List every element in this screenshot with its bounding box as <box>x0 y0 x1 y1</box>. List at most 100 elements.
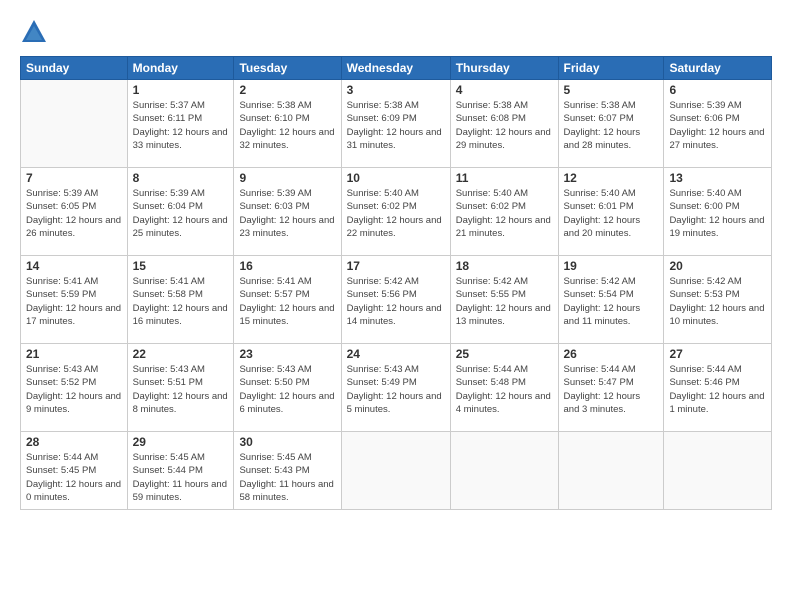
day-number: 7 <box>26 171 122 185</box>
calendar-cell: 7 Sunrise: 5:39 AM Sunset: 6:05 PM Daylig… <box>21 168 128 256</box>
day-info: Sunrise: 5:38 AM Sunset: 6:08 PM Dayligh… <box>456 99 553 152</box>
calendar-cell: 28 Sunrise: 5:44 AM Sunset: 5:45 PM Dayli… <box>21 432 128 510</box>
weekday-header-saturday: Saturday <box>664 57 772 80</box>
day-info: Sunrise: 5:44 AM Sunset: 5:47 PM Dayligh… <box>564 363 659 416</box>
calendar-cell: 12Sunrise: 5:40 AM Sunset: 6:01 PM Dayli… <box>558 168 664 256</box>
calendar-cell <box>450 432 558 510</box>
day-info: Sunrise: 5:42 AM Sunset: 5:55 PM Dayligh… <box>456 275 553 328</box>
weekday-header-monday: Monday <box>127 57 234 80</box>
day-info: Sunrise: 5:37 AM Sunset: 6:11 PM Dayligh… <box>133 99 229 152</box>
weekday-header-tuesday: Tuesday <box>234 57 341 80</box>
calendar-cell: 3 Sunrise: 5:38 AM Sunset: 6:09 PM Daylig… <box>341 80 450 168</box>
calendar-cell: 8 Sunrise: 5:39 AM Sunset: 6:04 PM Daylig… <box>127 168 234 256</box>
day-number: 19 <box>564 259 659 273</box>
day-number: 15 <box>133 259 229 273</box>
week-row-1: 1Sunrise: 5:37 AM Sunset: 6:11 PM Daylig… <box>21 80 772 168</box>
day-number: 22 <box>133 347 229 361</box>
week-row-3: 14 Sunrise: 5:41 AM Sunset: 5:59 PM Dayli… <box>21 256 772 344</box>
page-header <box>20 18 772 46</box>
day-info: Sunrise: 5:39 AM Sunset: 6:06 PM Dayligh… <box>669 99 766 152</box>
day-number: 10 <box>347 171 445 185</box>
day-info: Sunrise: 5:43 AM Sunset: 5:52 PM Dayligh… <box>26 363 122 416</box>
logo <box>20 18 54 46</box>
day-info: Sunrise: 5:39 AM Sunset: 6:05 PM Dayligh… <box>26 187 122 240</box>
calendar-cell: 22 Sunrise: 5:43 AM Sunset: 5:51 PM Dayli… <box>127 344 234 432</box>
day-number: 8 <box>133 171 229 185</box>
calendar-cell: 18 Sunrise: 5:42 AM Sunset: 5:55 PM Dayli… <box>450 256 558 344</box>
calendar-cell: 2Sunrise: 5:38 AM Sunset: 6:10 PM Daylig… <box>234 80 341 168</box>
calendar-cell: 16 Sunrise: 5:41 AM Sunset: 5:57 PM Dayli… <box>234 256 341 344</box>
day-number: 4 <box>456 83 553 97</box>
day-number: 24 <box>347 347 445 361</box>
day-info: Sunrise: 5:41 AM Sunset: 5:59 PM Dayligh… <box>26 275 122 328</box>
day-number: 28 <box>26 435 122 449</box>
calendar-cell <box>558 432 664 510</box>
day-number: 20 <box>669 259 766 273</box>
day-info: Sunrise: 5:40 AM Sunset: 6:02 PM Dayligh… <box>347 187 445 240</box>
day-info: Sunrise: 5:40 AM Sunset: 6:02 PM Dayligh… <box>456 187 553 240</box>
week-row-4: 21 Sunrise: 5:43 AM Sunset: 5:52 PM Dayli… <box>21 344 772 432</box>
day-number: 16 <box>239 259 335 273</box>
day-info: Sunrise: 5:45 AM Sunset: 5:44 PM Dayligh… <box>133 451 229 504</box>
calendar-cell: 21 Sunrise: 5:43 AM Sunset: 5:52 PM Dayli… <box>21 344 128 432</box>
day-number: 12 <box>564 171 659 185</box>
week-row-2: 7 Sunrise: 5:39 AM Sunset: 6:05 PM Daylig… <box>21 168 772 256</box>
calendar-cell: 11 Sunrise: 5:40 AM Sunset: 6:02 PM Dayli… <box>450 168 558 256</box>
day-info: Sunrise: 5:44 AM Sunset: 5:48 PM Dayligh… <box>456 363 553 416</box>
day-number: 21 <box>26 347 122 361</box>
logo-icon <box>20 18 48 46</box>
calendar-cell: 1Sunrise: 5:37 AM Sunset: 6:11 PM Daylig… <box>127 80 234 168</box>
day-number: 9 <box>239 171 335 185</box>
day-info: Sunrise: 5:43 AM Sunset: 5:51 PM Dayligh… <box>133 363 229 416</box>
calendar-cell: 5 Sunrise: 5:38 AM Sunset: 6:07 PM Daylig… <box>558 80 664 168</box>
week-row-5: 28 Sunrise: 5:44 AM Sunset: 5:45 PM Dayli… <box>21 432 772 510</box>
day-number: 3 <box>347 83 445 97</box>
weekday-header-thursday: Thursday <box>450 57 558 80</box>
day-info: Sunrise: 5:43 AM Sunset: 5:50 PM Dayligh… <box>239 363 335 416</box>
weekday-header-wednesday: Wednesday <box>341 57 450 80</box>
day-info: Sunrise: 5:38 AM Sunset: 6:09 PM Dayligh… <box>347 99 445 152</box>
day-number: 27 <box>669 347 766 361</box>
day-info: Sunrise: 5:43 AM Sunset: 5:49 PM Dayligh… <box>347 363 445 416</box>
day-number: 26 <box>564 347 659 361</box>
day-info: Sunrise: 5:44 AM Sunset: 5:45 PM Dayligh… <box>26 451 122 504</box>
calendar-page: SundayMondayTuesdayWednesdayThursdayFrid… <box>0 0 792 612</box>
day-number: 29 <box>133 435 229 449</box>
calendar-cell: 10 Sunrise: 5:40 AM Sunset: 6:02 PM Dayli… <box>341 168 450 256</box>
day-info: Sunrise: 5:45 AM Sunset: 5:43 PM Dayligh… <box>239 451 335 504</box>
day-info: Sunrise: 5:39 AM Sunset: 6:04 PM Dayligh… <box>133 187 229 240</box>
calendar-cell <box>341 432 450 510</box>
calendar-cell: 27 Sunrise: 5:44 AM Sunset: 5:46 PM Dayli… <box>664 344 772 432</box>
calendar-cell: 17 Sunrise: 5:42 AM Sunset: 5:56 PM Dayli… <box>341 256 450 344</box>
weekday-header-row: SundayMondayTuesdayWednesdayThursdayFrid… <box>21 57 772 80</box>
calendar-cell: 4 Sunrise: 5:38 AM Sunset: 6:08 PM Daylig… <box>450 80 558 168</box>
calendar-cell: 15 Sunrise: 5:41 AM Sunset: 5:58 PM Dayli… <box>127 256 234 344</box>
day-info: Sunrise: 5:41 AM Sunset: 5:58 PM Dayligh… <box>133 275 229 328</box>
calendar-cell: 19 Sunrise: 5:42 AM Sunset: 5:54 PM Dayli… <box>558 256 664 344</box>
calendar-cell: 24 Sunrise: 5:43 AM Sunset: 5:49 PM Dayli… <box>341 344 450 432</box>
calendar-cell: 25 Sunrise: 5:44 AM Sunset: 5:48 PM Dayli… <box>450 344 558 432</box>
day-info: Sunrise: 5:42 AM Sunset: 5:56 PM Dayligh… <box>347 275 445 328</box>
day-info: Sunrise: 5:41 AM Sunset: 5:57 PM Dayligh… <box>239 275 335 328</box>
weekday-header-friday: Friday <box>558 57 664 80</box>
day-number: 18 <box>456 259 553 273</box>
day-number: 11 <box>456 171 553 185</box>
day-info: Sunrise: 5:44 AM Sunset: 5:46 PM Dayligh… <box>669 363 766 416</box>
weekday-header-sunday: Sunday <box>21 57 128 80</box>
calendar-cell: 29 Sunrise: 5:45 AM Sunset: 5:44 PM Dayli… <box>127 432 234 510</box>
day-info: Sunrise: 5:42 AM Sunset: 5:54 PM Dayligh… <box>564 275 659 328</box>
calendar-cell: 20Sunrise: 5:42 AM Sunset: 5:53 PM Dayli… <box>664 256 772 344</box>
day-number: 30 <box>239 435 335 449</box>
calendar-cell: 6Sunrise: 5:39 AM Sunset: 6:06 PM Daylig… <box>664 80 772 168</box>
day-number: 23 <box>239 347 335 361</box>
calendar-cell: 9 Sunrise: 5:39 AM Sunset: 6:03 PM Daylig… <box>234 168 341 256</box>
calendar-cell: 26 Sunrise: 5:44 AM Sunset: 5:47 PM Dayli… <box>558 344 664 432</box>
calendar-cell <box>21 80 128 168</box>
day-number: 5 <box>564 83 659 97</box>
day-number: 25 <box>456 347 553 361</box>
day-info: Sunrise: 5:38 AM Sunset: 6:07 PM Dayligh… <box>564 99 659 152</box>
day-info: Sunrise: 5:40 AM Sunset: 6:00 PM Dayligh… <box>669 187 766 240</box>
day-number: 14 <box>26 259 122 273</box>
day-number: 17 <box>347 259 445 273</box>
day-info: Sunrise: 5:39 AM Sunset: 6:03 PM Dayligh… <box>239 187 335 240</box>
